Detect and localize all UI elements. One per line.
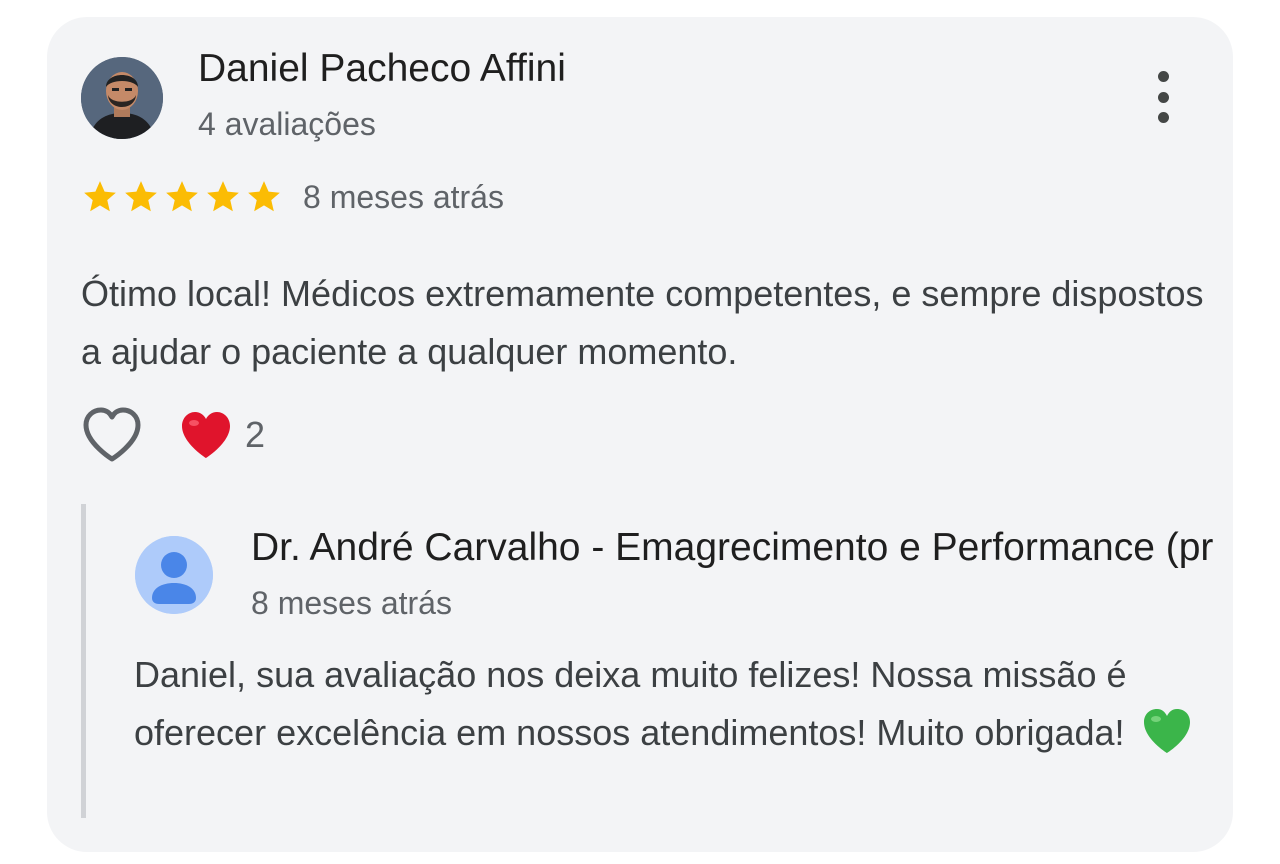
more-vert-icon[interactable] — [1142, 71, 1184, 123]
green-heart-icon — [1143, 709, 1190, 753]
author-avatar[interactable] — [81, 57, 163, 139]
owner-reply: Dr. André Carvalho - Emagrecimento e Per… — [81, 504, 1233, 818]
red-heart-icon — [182, 412, 230, 458]
menu-dot — [1157, 71, 1169, 82]
star-rating — [81, 178, 283, 216]
reply-text-body: Daniel, sua avaliação nos deixa muito fe… — [134, 654, 1127, 753]
star-icon — [84, 181, 116, 212]
reactions-row: 2 — [81, 405, 265, 465]
heart-count: 2 — [245, 414, 266, 455]
reply-time: 8 meses atrás — [251, 585, 452, 621]
rating-row: 8 meses atrás — [81, 177, 504, 217]
heart-outline-icon[interactable] — [81, 406, 143, 464]
menu-dot — [1157, 91, 1169, 103]
menu-dot — [1157, 112, 1169, 123]
review-time: 8 meses atrás — [303, 178, 504, 215]
star-icon — [125, 181, 157, 212]
reply-author-name: Dr. André Carvalho - Emagrecimento e Per… — [251, 526, 1214, 569]
star-icon — [207, 181, 239, 212]
star-icon — [248, 181, 280, 212]
author-review-count[interactable]: 4 avaliações — [198, 106, 376, 143]
review-card: Daniel Pacheco Affini 4 avaliações 8 mes… — [47, 17, 1233, 852]
star-icon — [166, 181, 198, 212]
heart-reaction[interactable]: 2 — [179, 410, 265, 460]
author-name[interactable]: Daniel Pacheco Affini — [198, 47, 566, 91]
reply-avatar — [135, 536, 213, 614]
reply-text: Daniel, sua avaliação nos deixa muito fe… — [134, 646, 1194, 762]
review-text: Ótimo local! Médicos extremamente compet… — [81, 273, 1204, 372]
